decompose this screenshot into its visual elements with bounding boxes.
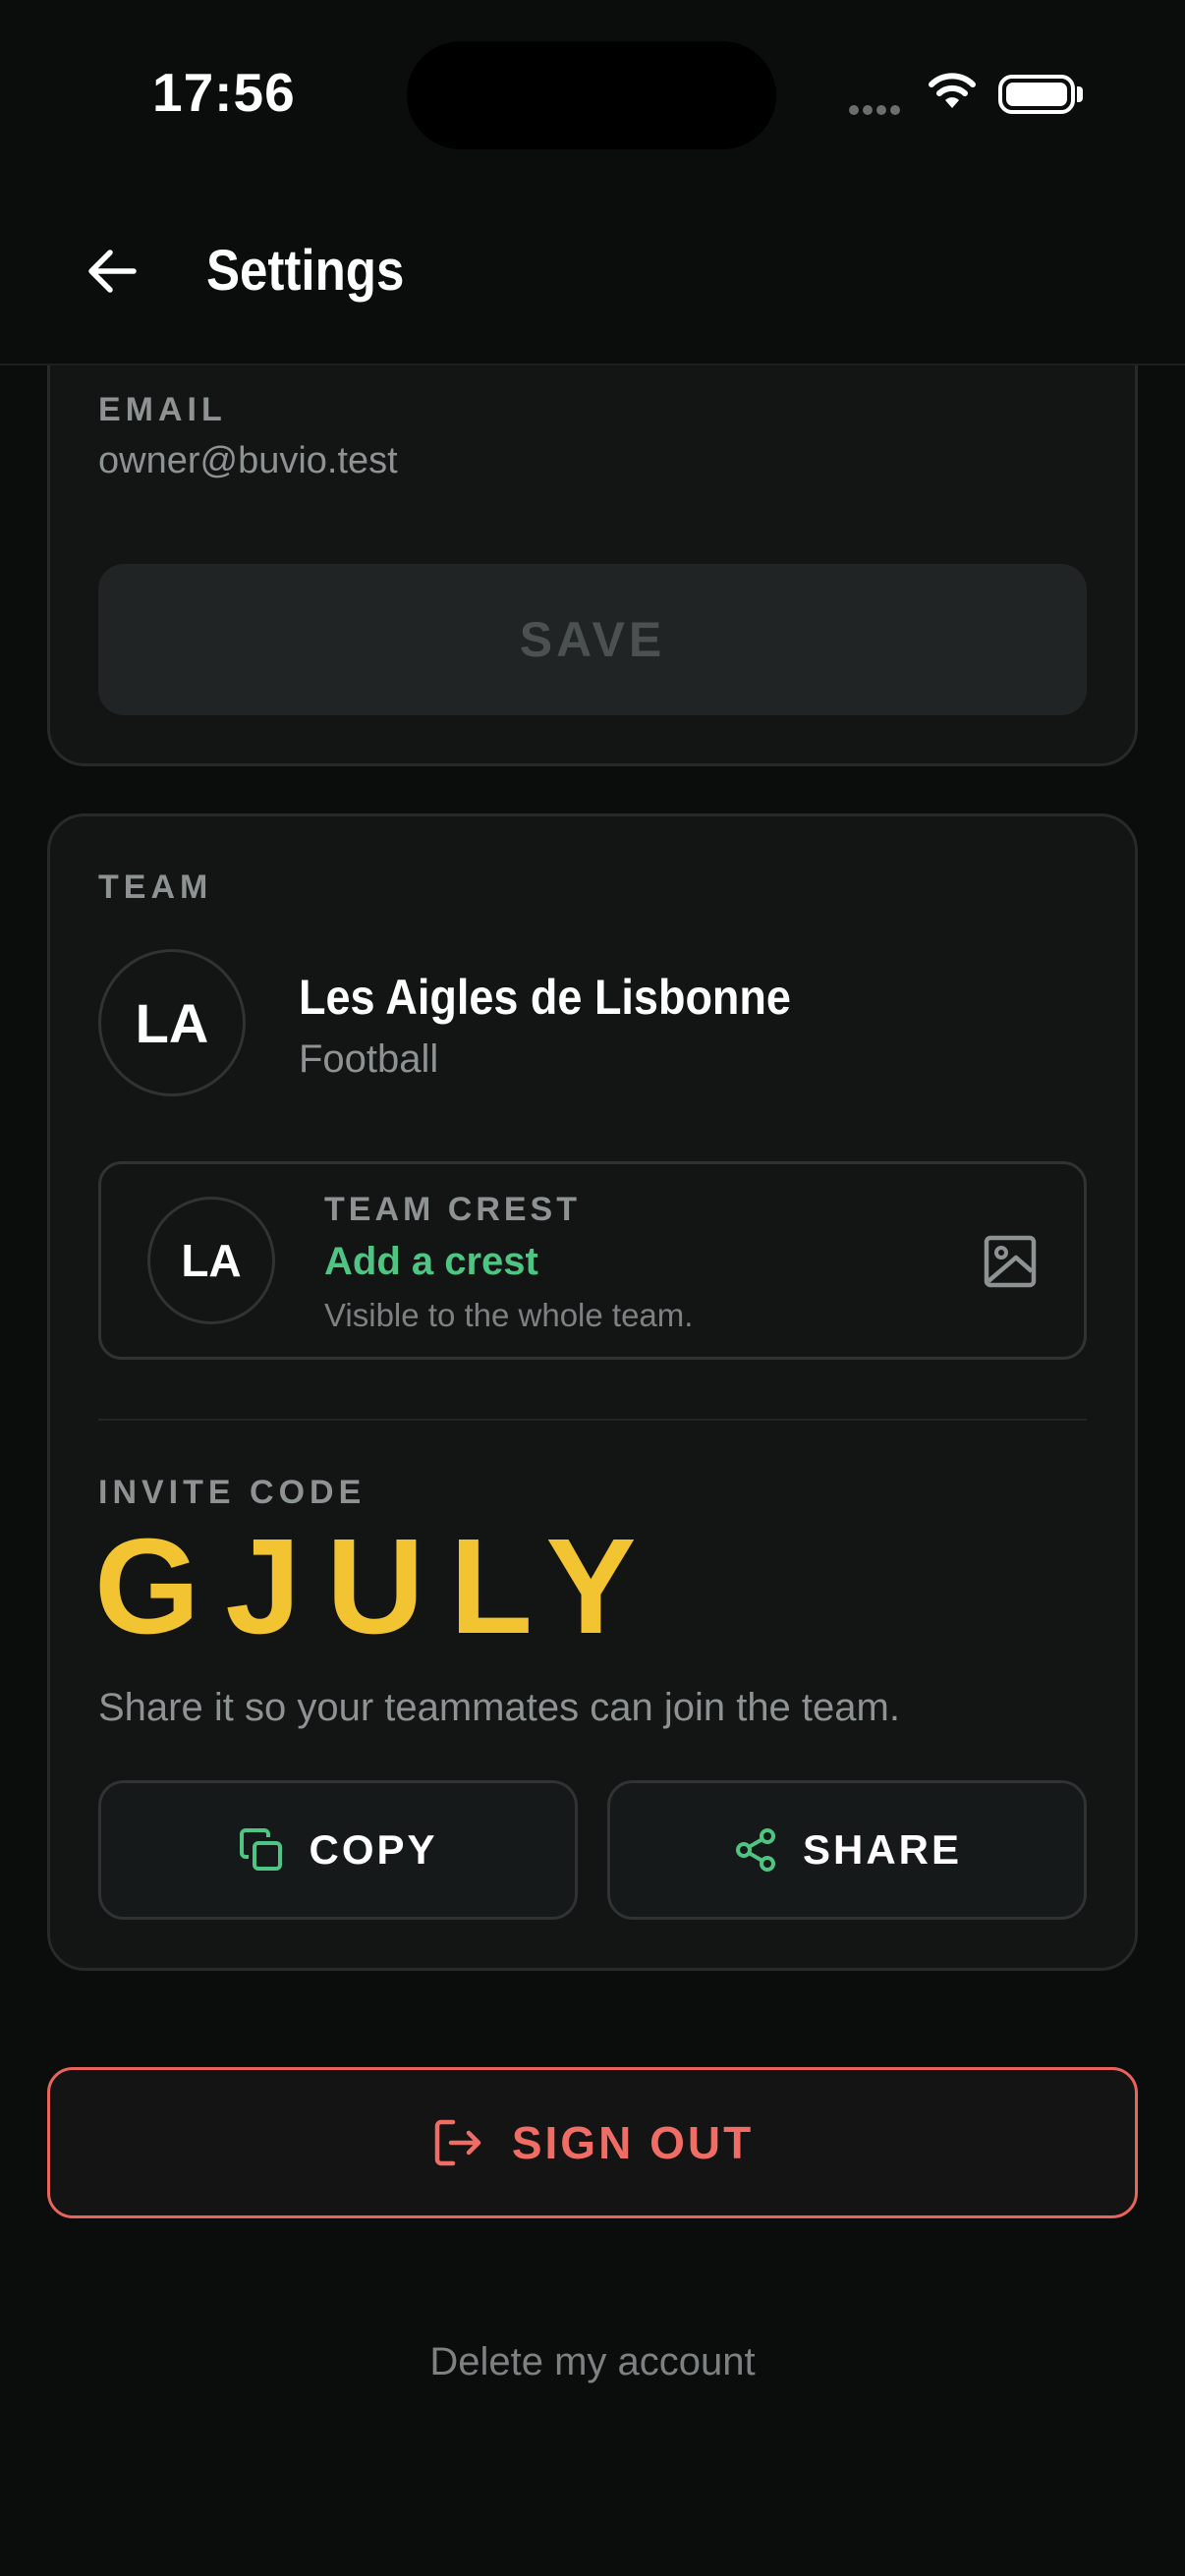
app-header (0, 185, 1185, 365)
battery-cap (1077, 86, 1083, 102)
back-button[interactable] (77, 236, 147, 307)
team-name: Les Aigles de Lisbonne (299, 970, 791, 1025)
dynamic-island (407, 41, 776, 149)
invite-hint: Share it so your teammates can join the … (98, 1686, 900, 1729)
crest-hint: Visible to the whole team. (324, 1297, 694, 1333)
email-value: owner@buvio.test (98, 440, 398, 481)
share-label: SHARE (802, 1826, 963, 1873)
save-button[interactable]: SAVE (98, 564, 1087, 715)
page-title: Settings (206, 239, 405, 303)
crest-avatar: LA (147, 1197, 275, 1324)
back-arrow-icon (88, 250, 137, 293)
copy-label: COPY (309, 1826, 438, 1873)
delete-account-link[interactable]: Delete my account (0, 2340, 1185, 2384)
share-icon (735, 1828, 775, 1872)
image-icon[interactable] (979, 1230, 1042, 1293)
battery-icon (998, 75, 1075, 114)
sign-out-icon (434, 2119, 481, 2166)
team-avatar: LA (98, 949, 246, 1096)
crest-label: TEAM CREST (324, 1191, 581, 1228)
team-section-label: TEAM (98, 868, 213, 906)
invite-code: GJULY (94, 1511, 662, 1662)
divider (98, 1419, 1087, 1421)
email-label: EMAIL (98, 391, 227, 428)
team-sport: Football (299, 1037, 439, 1081)
sign-out-button[interactable]: SIGN OUT (47, 2067, 1138, 2218)
signal-icon (849, 102, 904, 120)
wifi-icon (928, 71, 977, 115)
add-crest-link[interactable]: Add a crest (324, 1240, 538, 1284)
copy-icon (240, 1828, 283, 1871)
copy-button[interactable]: COPY (98, 1780, 578, 1920)
sign-out-label: SIGN OUT (511, 2117, 755, 2168)
share-button[interactable]: SHARE (607, 1780, 1087, 1920)
status-time: 17:56 (152, 62, 296, 123)
invite-code-label: INVITE CODE (98, 1474, 367, 1511)
